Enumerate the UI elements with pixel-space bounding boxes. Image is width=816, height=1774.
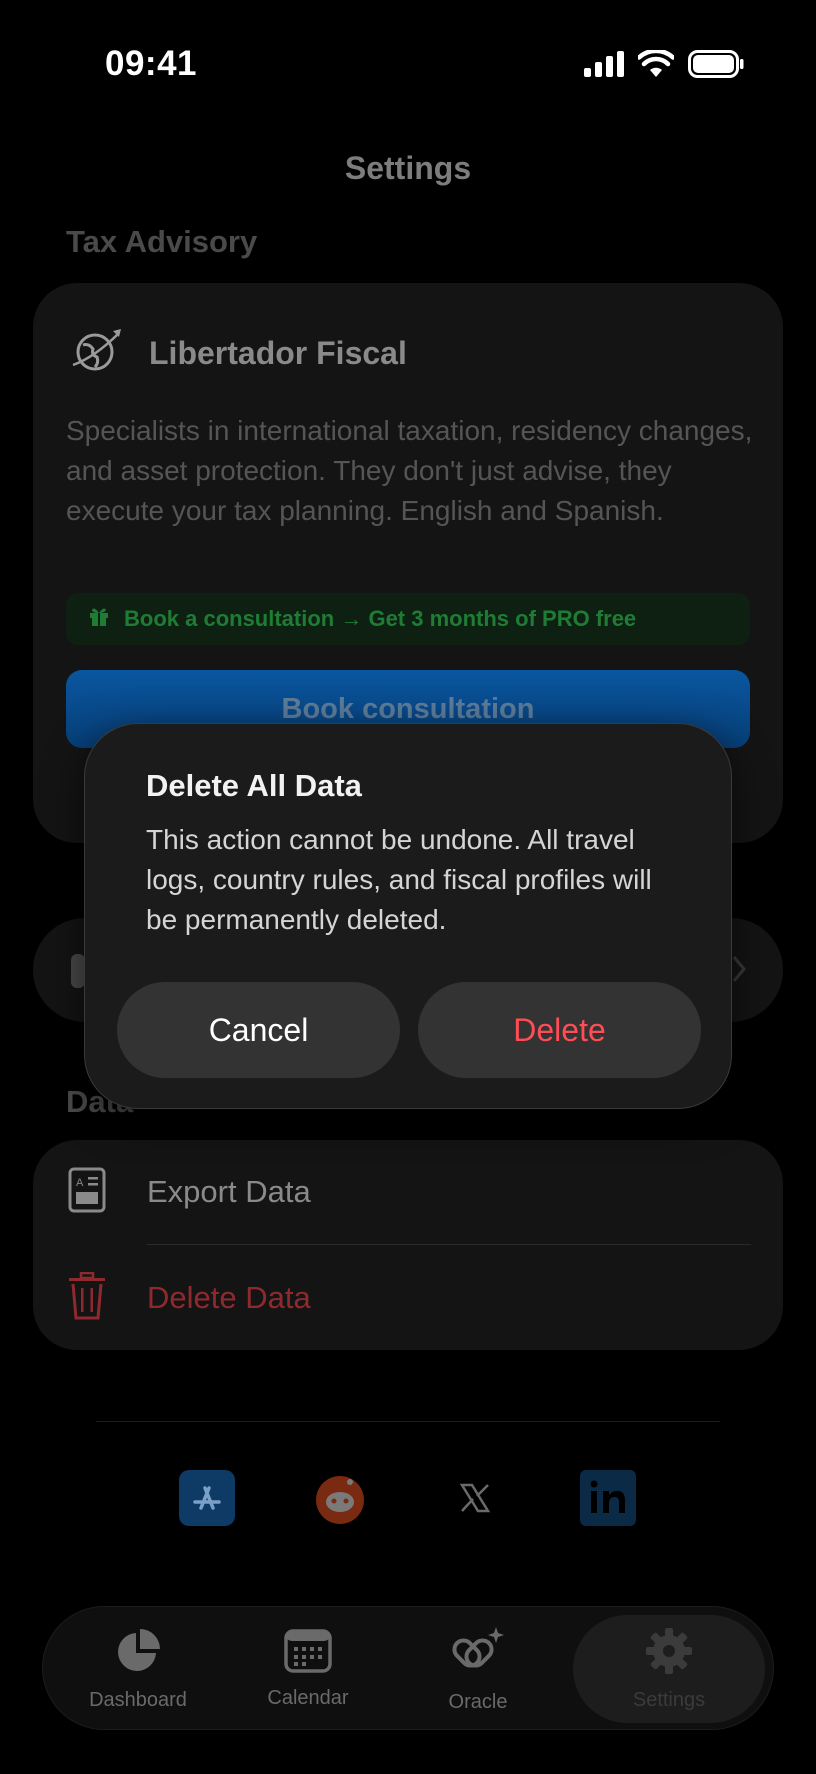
reddit-icon[interactable] [312,1470,368,1526]
advisor-name: Libertador Fiscal [149,335,407,371]
row-divider [147,1244,751,1245]
cellular-signal-icon [584,51,624,82]
status-time: 09:41 [105,44,198,83]
delete-button[interactable]: Delete [418,982,701,1078]
tab-label: Dashboard [89,1688,187,1711]
calendar-icon [284,1628,332,1679]
battery-icon [688,50,744,83]
gift-icon [88,605,110,633]
gear-icon [645,1627,693,1681]
delete-all-data-dialog: Delete All Data This action cannot be un… [84,723,732,1109]
delete-data-row[interactable]: Delete Data [33,1246,783,1350]
globe-plane-icon [69,327,123,380]
status-bar: 09:41 [0,0,816,132]
tab-calendar[interactable]: Calendar [233,1607,383,1731]
dialog-message: This action cannot be undone. All travel… [146,824,652,935]
tab-label: Settings [632,1688,706,1711]
svg-text:A: A [76,1177,84,1189]
tab-oracle[interactable]: Oracle [403,1607,553,1731]
advisor-description: Specialists in international taxation, r… [66,415,753,526]
promo-text: Book a consultation → Get 3 months of PR… [124,606,637,631]
section-title-tax: Tax Advisory [66,224,258,259]
oracle-sparkle-icon [452,1625,504,1683]
data-card: A Export Data Delete Data [33,1140,783,1350]
footer-divider [96,1421,720,1422]
dialog-title: Delete All Data [146,768,362,803]
tab-dashboard[interactable]: Dashboard [63,1607,213,1731]
advisor-header: Libertador Fiscal [69,327,407,380]
settings-screen: 09:41 Settings Tax Advisory Libertador F… [0,0,816,1774]
chevron-right-icon [731,954,747,989]
app-store-icon[interactable] [179,1470,235,1526]
pie-chart-icon [114,1627,162,1681]
tab-label: Calendar [267,1686,349,1709]
export-document-icon: A [67,1166,107,1219]
export-data-row[interactable]: A Export Data [33,1140,783,1244]
export-data-label: Export Data [147,1174,311,1209]
linkedin-icon[interactable] [580,1470,636,1526]
tab-settings[interactable]: Settings [573,1615,765,1723]
wifi-icon [636,48,676,83]
status-icons [584,48,744,83]
trash-icon [67,1271,107,1325]
tab-label: Oracle [448,1690,508,1713]
delete-data-label: Delete Data [147,1280,311,1315]
page-title: Settings [344,150,472,186]
cancel-button[interactable]: Cancel [117,982,400,1078]
tab-bar: Dashboard Calendar Oracle Settings [42,1606,774,1730]
promo-banner[interactable]: Book a consultation → Get 3 months of PR… [66,593,750,645]
x-icon[interactable] [447,1470,503,1526]
